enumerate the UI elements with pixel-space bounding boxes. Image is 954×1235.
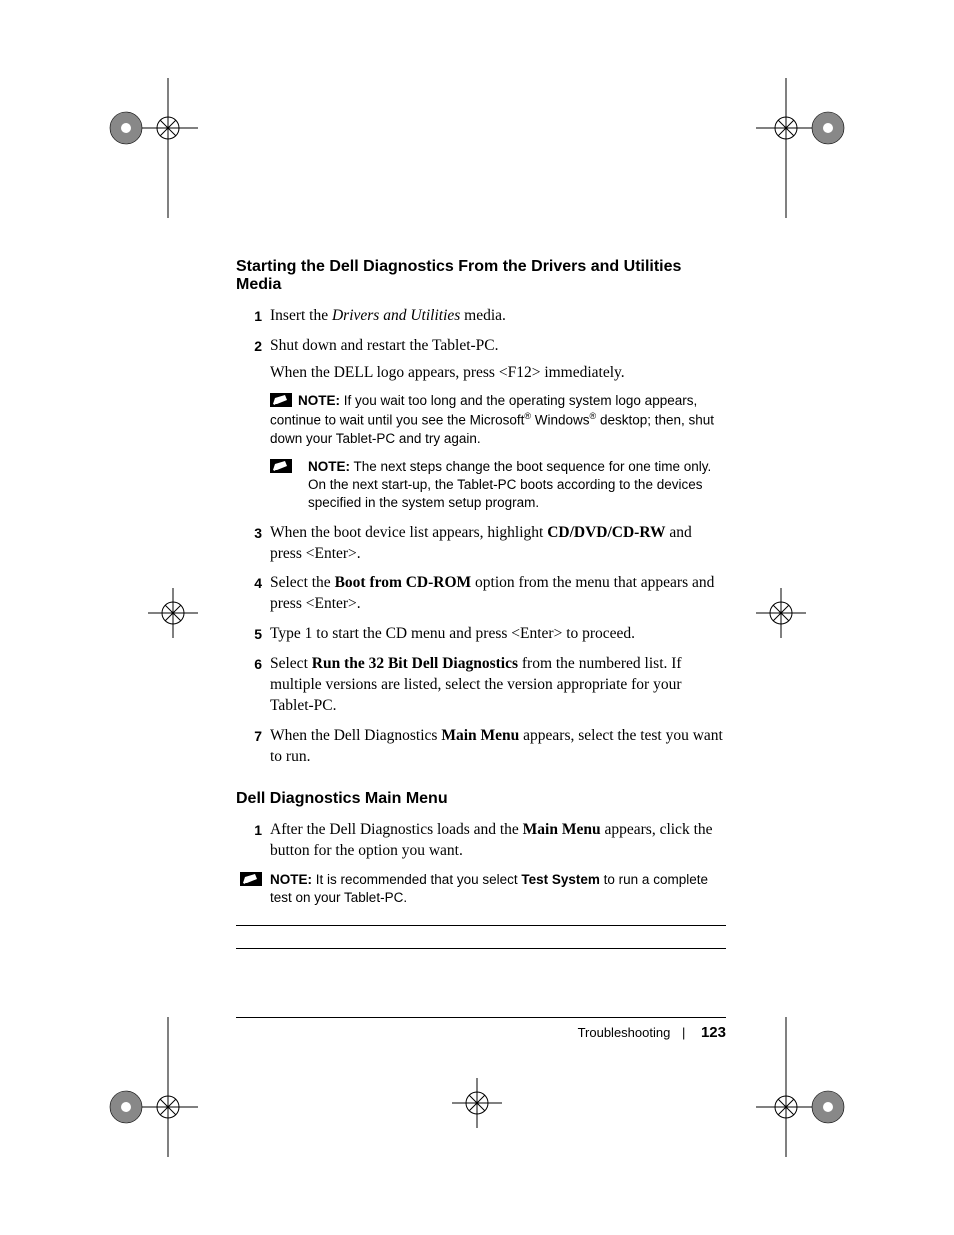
step-item: 3 When the boot device list appears, hig… — [236, 523, 726, 565]
horizontal-rule — [236, 948, 726, 949]
step-item: 1 Insert the Drivers and Utilities media… — [236, 306, 726, 327]
footer-separator: | — [682, 1025, 685, 1040]
horizontal-rule — [236, 1017, 726, 1018]
footer-section: Troubleshooting — [578, 1025, 671, 1040]
step-item: 1 After the Dell Diagnostics loads and t… — [236, 820, 726, 862]
step-item: 2 Shut down and restart the Tablet-PC. W… — [236, 336, 726, 513]
step-text: Insert the Drivers and Utilities media. — [270, 307, 506, 324]
note-pencil-icon — [270, 459, 292, 473]
step-text: Type 1 to start the CD menu and press <E… — [270, 625, 635, 642]
page-content: Starting the Dell Diagnostics From the D… — [236, 258, 726, 1018]
step-number: 1 — [242, 306, 262, 327]
note-label: NOTE: — [298, 393, 340, 408]
step-text: Select Run the 32 Bit Dell Diagnostics f… — [270, 655, 682, 714]
step-text: When the boot device list appears, highl… — [270, 524, 692, 562]
page-footer: Troubleshooting | 123 — [578, 1024, 726, 1041]
ordered-steps: 1 After the Dell Diagnostics loads and t… — [236, 820, 726, 862]
step-number: 1 — [242, 820, 262, 841]
step-number: 6 — [242, 654, 262, 675]
step-item: 5 Type 1 to start the CD menu and press … — [236, 624, 726, 645]
step-number: 7 — [242, 726, 262, 747]
horizontal-rule — [236, 925, 726, 926]
note-pencil-icon — [270, 393, 292, 407]
note-label: NOTE: — [308, 459, 350, 474]
step-text: Select the Boot from CD-ROM option from … — [270, 574, 714, 612]
note-block: NOTE: It is recommended that you select … — [240, 871, 726, 907]
step-number: 3 — [242, 523, 262, 544]
page-number: 123 — [701, 1024, 726, 1041]
step-text: After the Dell Diagnostics loads and the… — [270, 821, 713, 859]
step-text: Shut down and restart the Tablet-PC. — [270, 337, 499, 354]
section-heading: Dell Diagnostics Main Menu — [236, 790, 726, 808]
registration-mark-icon — [88, 1017, 198, 1157]
note-label: NOTE: — [270, 872, 312, 887]
registration-mark-icon — [756, 588, 806, 638]
note-pencil-icon — [240, 872, 262, 886]
registration-mark-icon — [148, 588, 198, 638]
note-block: NOTE: The next steps change the boot seq… — [270, 458, 726, 513]
registration-mark-icon — [756, 1017, 866, 1157]
step-number: 4 — [242, 573, 262, 594]
note-block: NOTE: If you wait too long and the opera… — [270, 392, 726, 448]
section: Dell Diagnostics Main Menu 1 After the D… — [236, 790, 726, 1018]
step-subtext: When the DELL logo appears, press <F12> … — [270, 363, 726, 384]
step-item: 6 Select Run the 32 Bit Dell Diagnostics… — [236, 654, 726, 717]
page: Starting the Dell Diagnostics From the D… — [0, 0, 954, 1235]
step-item: 7 When the Dell Diagnostics Main Menu ap… — [236, 726, 726, 768]
step-item: 4 Select the Boot from CD-ROM option fro… — [236, 573, 726, 615]
step-number: 5 — [242, 624, 262, 645]
section-heading: Starting the Dell Diagnostics From the D… — [236, 258, 726, 294]
step-number: 2 — [242, 336, 262, 357]
step-text: When the Dell Diagnostics Main Menu appe… — [270, 727, 723, 765]
registration-mark-icon — [756, 78, 866, 218]
table-placeholder — [236, 925, 726, 1018]
ordered-steps: 1 Insert the Drivers and Utilities media… — [236, 306, 726, 768]
registration-mark-icon — [88, 78, 198, 218]
registration-mark-icon — [452, 1078, 502, 1128]
